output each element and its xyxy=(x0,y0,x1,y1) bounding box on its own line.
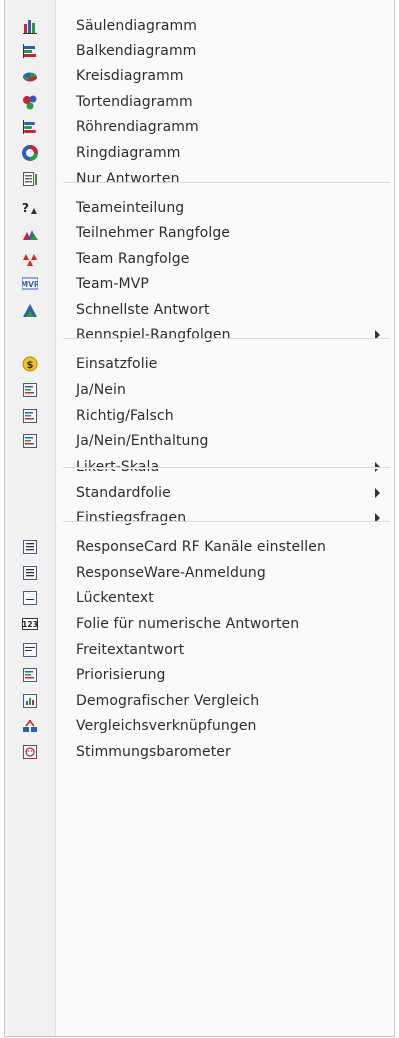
menu-separator xyxy=(63,467,390,469)
menu-item-team-rangfolge[interactable]: Team Rangfolge xyxy=(5,246,394,272)
menu-item-label: Richtig/Falsch xyxy=(76,408,174,424)
comparison-links-icon xyxy=(22,718,38,734)
menu-item-teilnehmer-rangfolge[interactable]: Teilnehmer Rangfolge xyxy=(5,220,394,246)
free-text-icon xyxy=(22,642,38,658)
menu-item-label: Kreisdiagramm xyxy=(76,68,184,84)
demographic-comparison-icon xyxy=(22,693,38,709)
menu-item-teameinteilung[interactable]: ? Teameinteilung xyxy=(5,195,394,221)
yes-no-slide-icon xyxy=(22,382,38,398)
yes-no-abstain-slide-icon xyxy=(22,433,38,449)
menu-item-label: Schnellste Antwort xyxy=(76,302,210,318)
menu-item-richtig-falsch[interactable]: Richtig/Falsch xyxy=(5,403,394,429)
participant-ranking-icon xyxy=(22,225,38,241)
bar-chart-icon xyxy=(22,43,38,59)
menu-item-stimmungsbarometer[interactable]: Stimmungsbarometer xyxy=(5,739,394,765)
menu-item-label: Nur Antworten xyxy=(76,171,180,187)
menu-item-tortendiagramm[interactable]: Tortendiagramm xyxy=(5,89,394,115)
responseware-slide-icon xyxy=(22,565,38,581)
numeric-response-icon: 123 xyxy=(22,616,38,632)
prioritization-icon xyxy=(22,667,38,683)
menu-item-label: Röhrendiagramm xyxy=(76,119,199,135)
menu-item-label: Team-MVP xyxy=(76,276,149,292)
menu-item-luckentext[interactable]: Lückentext xyxy=(5,585,394,611)
menu-item-label: Teilnehmer Rangfolge xyxy=(76,225,231,241)
menu-item-rohrendiagramm[interactable]: Röhrendiagramm xyxy=(5,114,394,140)
menu-item-priorisierung[interactable]: Priorisierung xyxy=(5,662,394,688)
fastest-answer-icon xyxy=(22,302,38,318)
menu-item-label: Ja/Nein/Enthaltung xyxy=(76,433,209,449)
donut-chart-icon xyxy=(22,145,38,161)
menu-separator xyxy=(63,338,390,340)
menu-separator xyxy=(63,182,390,184)
menu-separator xyxy=(63,521,390,523)
svg-text:?: ? xyxy=(22,201,29,215)
team-ranking-icon xyxy=(22,251,38,267)
cylinder-chart-icon xyxy=(22,119,38,135)
wager-coin-icon: $ xyxy=(22,356,38,372)
menu-item-ja-nein[interactable]: Ja/Nein xyxy=(5,377,394,403)
menu-item-label: Lückentext xyxy=(76,590,154,606)
mvp-icon: MVP xyxy=(21,276,40,292)
true-false-slide-icon xyxy=(22,408,38,424)
submenu-arrow-icon xyxy=(375,488,380,498)
menu-item-label: Ringdiagramm xyxy=(76,145,181,161)
channel-slide-icon xyxy=(22,539,38,555)
menu-item-responseware-anmeldung[interactable]: ResponseWare-Anmeldung xyxy=(5,560,394,586)
menu-item-demografischer-vergleich[interactable]: Demografischer Vergleich xyxy=(5,688,394,714)
menu-item-label: ResponseCard RF Kanäle einstellen xyxy=(76,539,326,555)
menu-item-folie-fur-numerische-antworten[interactable]: 123 Folie für numerische Antworten xyxy=(5,611,394,637)
menu-item-label: Standardfolie xyxy=(76,485,171,501)
answers-only-icon xyxy=(22,171,38,187)
menu-item-label: Folie für numerische Antworten xyxy=(76,616,300,632)
fill-in-blank-icon xyxy=(22,590,38,606)
menu-item-responsecard-rf-kanale-einstellen[interactable]: ResponseCard RF Kanäle einstellen xyxy=(5,534,394,560)
menu-item-label: Demografischer Vergleich xyxy=(76,693,260,709)
menu-item-team-mvp[interactable]: MVP Team-MVP xyxy=(5,271,394,297)
svg-text:MVP: MVP xyxy=(22,280,38,289)
insert-slide-context-menu: Säulendiagramm Balkendiagramm Kreisdiagram… xyxy=(4,0,395,1037)
menu-item-saulendiagramm[interactable]: Säulendiagramm xyxy=(5,13,394,39)
menu-item-label: Einstiegsfragen xyxy=(76,510,187,526)
pie-chart-icon xyxy=(22,68,38,84)
menu-item-einstiegsfragen[interactable]: Einstiegsfragen xyxy=(5,505,394,531)
menu-item-einsatzfolie[interactable]: $ Einsatzfolie xyxy=(5,351,394,377)
menu-item-nur-antworten[interactable]: Nur Antworten xyxy=(5,166,394,192)
svg-text:$: $ xyxy=(27,360,34,371)
menu-item-label: Stimmungsbarometer xyxy=(76,744,231,760)
menu-item-label: ResponseWare-Anmeldung xyxy=(76,565,266,581)
menu-item-standardfolie[interactable]: Standardfolie xyxy=(5,480,394,506)
menu-item-schnellste-antwort[interactable]: Schnellste Antwort xyxy=(5,297,394,323)
exploded-pie-icon xyxy=(22,94,38,110)
menu-item-ja-nein-enthaltung[interactable]: Ja/Nein/Enthaltung xyxy=(5,428,394,454)
menu-item-label: Einsatzfolie xyxy=(76,356,158,372)
menu-item-label: Vergleichsverknüpfungen xyxy=(76,718,257,734)
mood-meter-icon xyxy=(22,744,38,760)
menu-item-kreisdiagramm[interactable]: Kreisdiagramm xyxy=(5,63,394,89)
column-chart-icon xyxy=(22,18,38,34)
menu-item-label: Ja/Nein xyxy=(76,382,126,398)
menu-item-label: Balkendiagramm xyxy=(76,43,197,59)
menu-item-rennspiel-rangfolgen[interactable]: Rennspiel-Rangfolgen xyxy=(5,322,394,348)
menu-item-balkendiagramm[interactable]: Balkendiagramm xyxy=(5,38,394,64)
menu-item-label: Rennspiel-Rangfolgen xyxy=(76,327,231,343)
menu-item-label: Team Rangfolge xyxy=(76,251,190,267)
menu-item-vergleichsverknupfungen[interactable]: Vergleichsverknüpfungen xyxy=(5,713,394,739)
menu-item-freitextantwort[interactable]: Freitextantwort xyxy=(5,637,394,663)
menu-item-label: Säulendiagramm xyxy=(76,18,197,34)
menu-item-label: Teameinteilung xyxy=(76,200,185,216)
menu-item-label: Tortendiagramm xyxy=(76,94,193,110)
menu-item-ringdiagramm[interactable]: Ringdiagramm xyxy=(5,140,394,166)
svg-text:123: 123 xyxy=(22,620,38,629)
menu-item-label: Freitextantwort xyxy=(76,642,185,658)
menu-item-label: Priorisierung xyxy=(76,667,166,683)
team-assignment-icon: ? xyxy=(22,200,38,216)
